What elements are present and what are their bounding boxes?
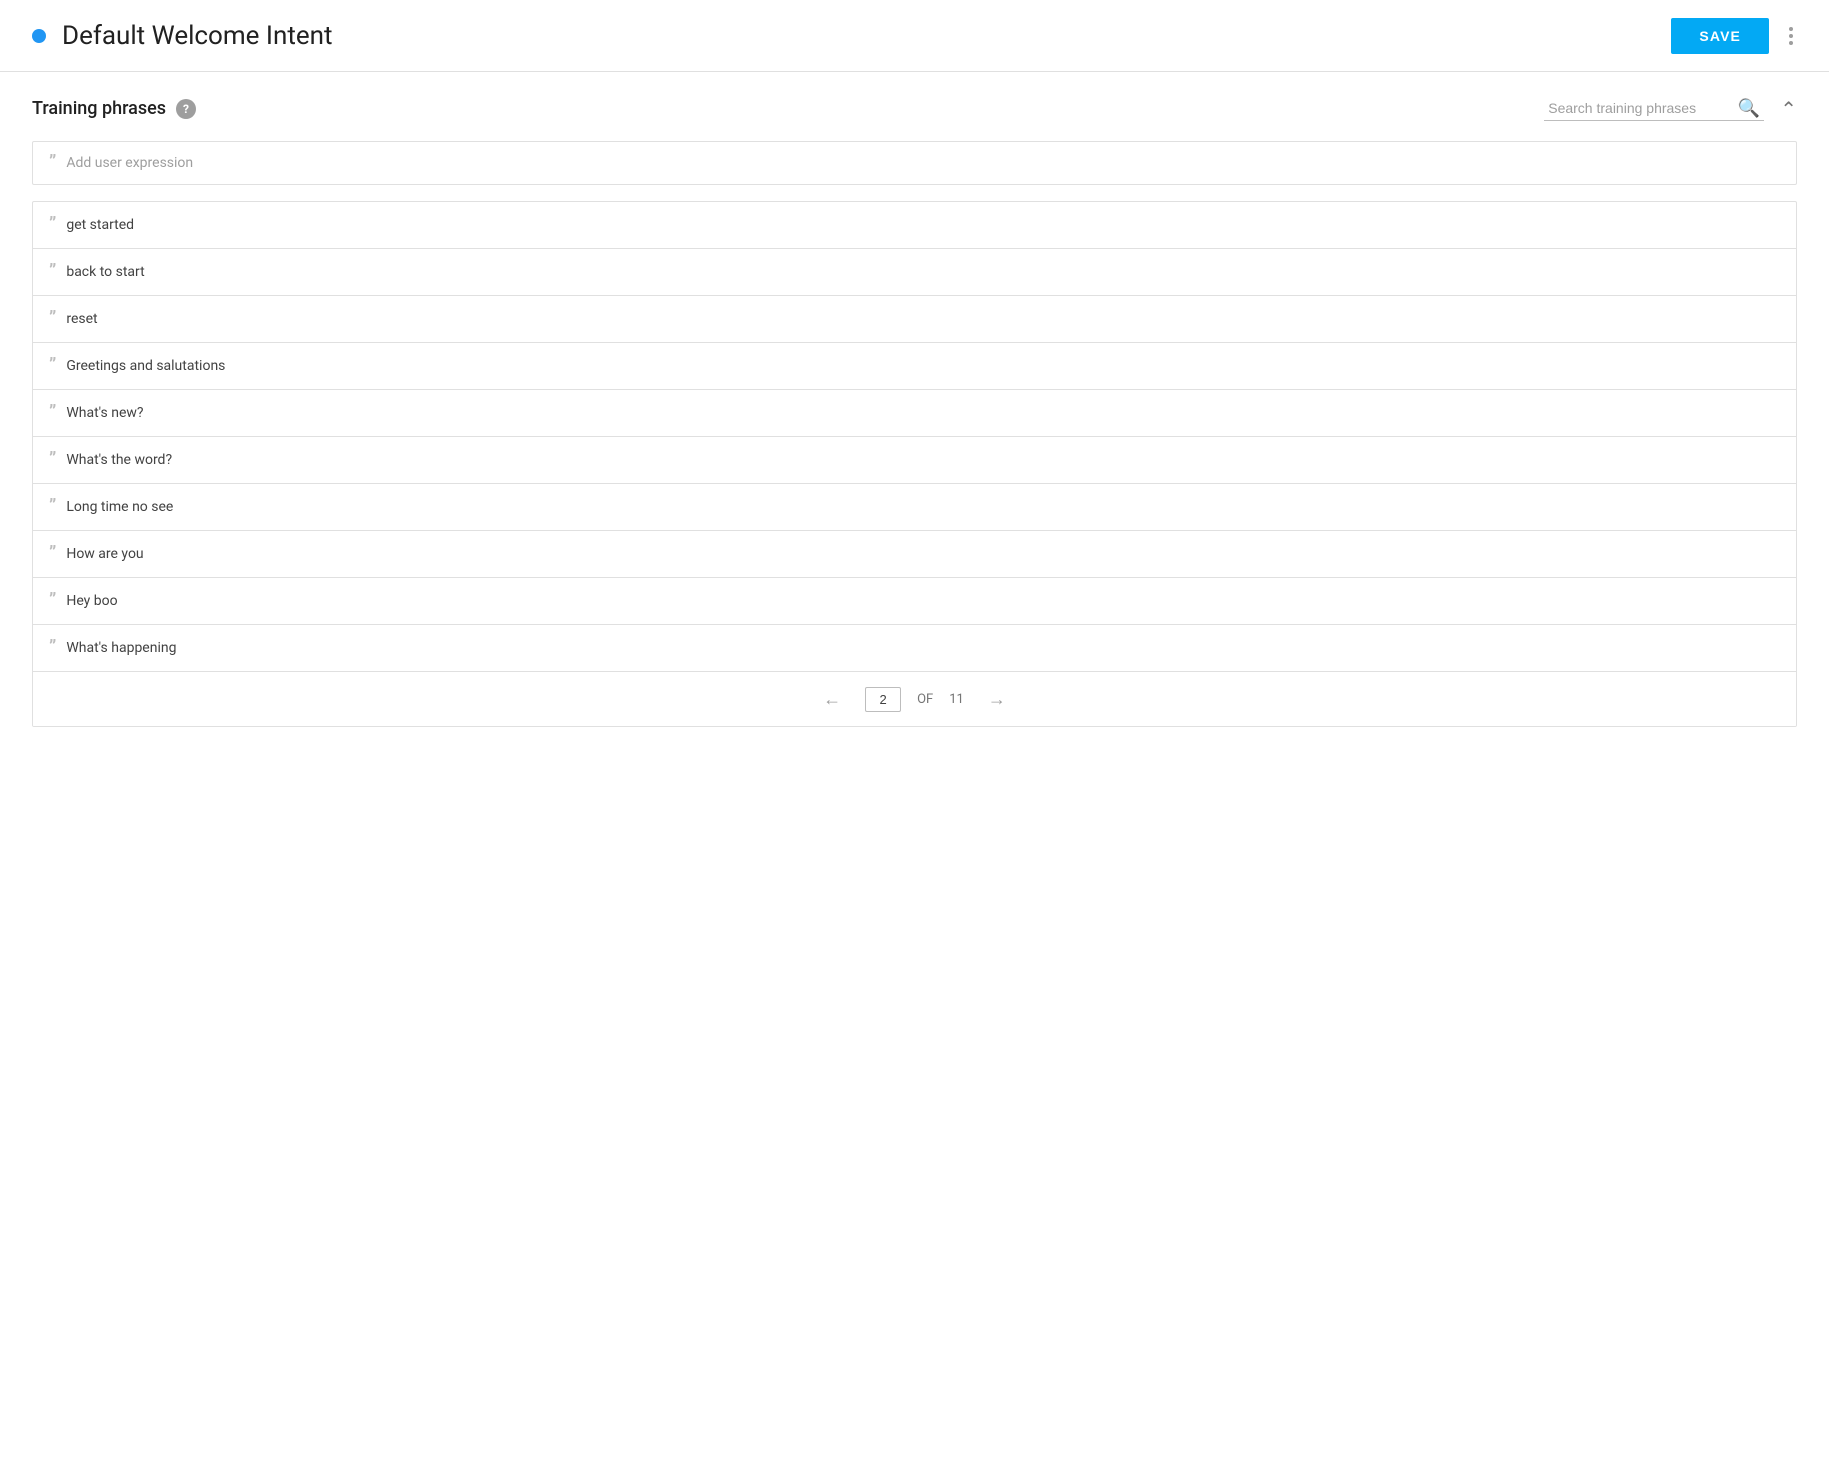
- add-expression-placeholder: Add user expression: [66, 155, 193, 171]
- section-header: Training phrases ? 🔍 ⌃: [32, 96, 1797, 121]
- quote-icon: ”: [49, 545, 54, 563]
- quote-icon: ”: [49, 451, 54, 469]
- page-of-label: OF: [917, 692, 933, 707]
- header: Default Welcome Intent SAVE: [0, 0, 1829, 72]
- phrase-text: back to start: [66, 264, 144, 280]
- section-title: Training phrases: [32, 98, 166, 119]
- phrase-text: What's happening: [66, 640, 176, 656]
- quote-icon: ”: [49, 263, 54, 281]
- help-icon[interactable]: ?: [176, 99, 196, 119]
- next-page-button[interactable]: →: [980, 686, 1014, 712]
- search-icon[interactable]: 🔍: [1738, 98, 1760, 119]
- header-left: Default Welcome Intent: [32, 21, 333, 51]
- status-dot-icon: [32, 29, 46, 43]
- quote-icon: ”: [49, 154, 54, 172]
- phrase-text: What's the word?: [66, 452, 172, 468]
- phrase-row[interactable]: ” Greetings and salutations: [33, 343, 1796, 390]
- add-expression-row[interactable]: ” Add user expression: [32, 141, 1797, 185]
- quote-icon: ”: [49, 639, 54, 657]
- header-right: SAVE: [1671, 18, 1797, 54]
- phrases-container: ” get started ” back to start ” reset ” Greetin…: [33, 202, 1796, 671]
- search-input-wrapper: 🔍: [1544, 96, 1764, 121]
- quote-icon: ”: [49, 310, 54, 328]
- phrase-row[interactable]: ” get started: [33, 202, 1796, 249]
- more-options-icon[interactable]: [1785, 23, 1797, 49]
- page-title: Default Welcome Intent: [62, 21, 333, 51]
- phrase-row[interactable]: ” What's happening: [33, 625, 1796, 671]
- phrases-list: ” get started ” back to start ” reset ” Greetin…: [32, 201, 1797, 727]
- phrase-row[interactable]: ” Long time no see: [33, 484, 1796, 531]
- phrase-row[interactable]: ” How are you: [33, 531, 1796, 578]
- phrase-text: Long time no see: [66, 499, 173, 515]
- collapse-icon[interactable]: ⌃: [1780, 97, 1797, 121]
- page-total: 11: [949, 692, 964, 707]
- prev-page-button[interactable]: ←: [815, 686, 849, 712]
- save-button[interactable]: SAVE: [1671, 18, 1769, 54]
- phrase-row[interactable]: ” reset: [33, 296, 1796, 343]
- phrase-text: Hey boo: [66, 593, 117, 609]
- search-input[interactable]: [1544, 96, 1764, 121]
- quote-icon: ”: [49, 357, 54, 375]
- phrase-row[interactable]: ” back to start: [33, 249, 1796, 296]
- current-page-input[interactable]: [865, 687, 901, 712]
- phrase-text: Greetings and salutations: [66, 358, 225, 374]
- phrase-row[interactable]: ” What's the word?: [33, 437, 1796, 484]
- content-area: Training phrases ? 🔍 ⌃ ” Add user expres…: [0, 72, 1829, 751]
- quote-icon: ”: [49, 404, 54, 422]
- search-area: 🔍 ⌃: [1544, 96, 1797, 121]
- quote-icon: ”: [49, 216, 54, 234]
- phrase-text: What's new?: [66, 405, 143, 421]
- pagination-row: ← OF 11 →: [33, 671, 1796, 726]
- phrase-text: reset: [66, 311, 97, 327]
- quote-icon: ”: [49, 592, 54, 610]
- section-title-group: Training phrases ?: [32, 98, 196, 119]
- phrase-text: How are you: [66, 546, 143, 562]
- phrase-text: get started: [66, 217, 134, 233]
- quote-icon: ”: [49, 498, 54, 516]
- phrase-row[interactable]: ” What's new?: [33, 390, 1796, 437]
- phrase-row[interactable]: ” Hey boo: [33, 578, 1796, 625]
